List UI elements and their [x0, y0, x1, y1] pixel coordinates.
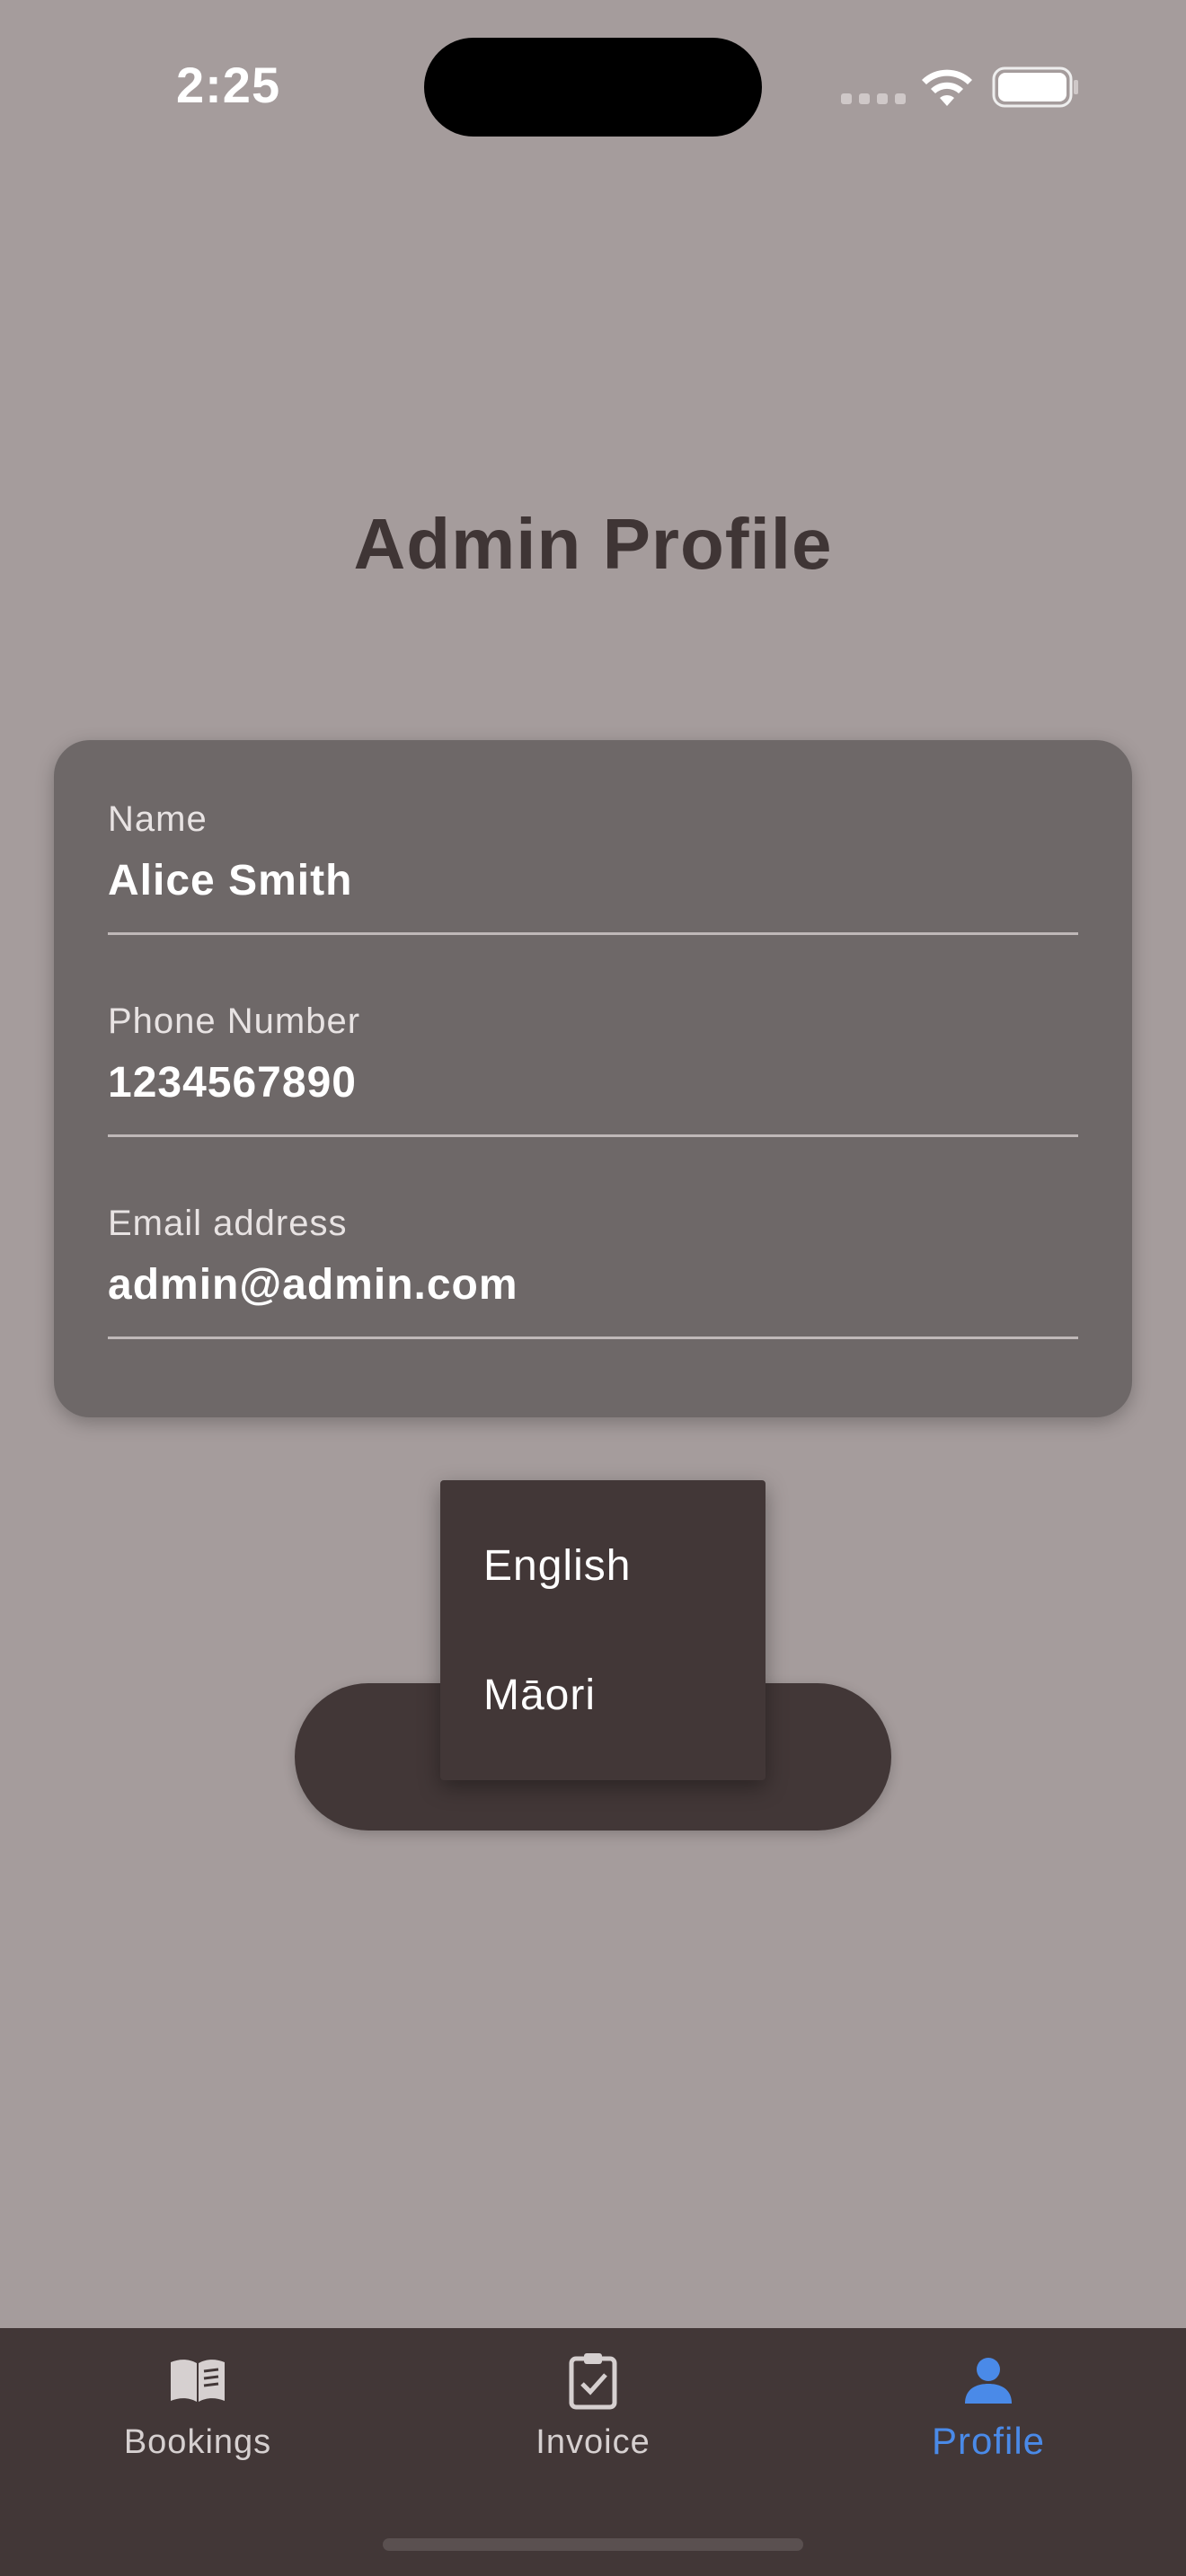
menu-item-english[interactable]: English: [483, 1541, 631, 1591]
nav-label-invoice: Invoice: [535, 2423, 651, 2461]
nav-label-bookings: Bookings: [123, 2423, 272, 2461]
name-field[interactable]: Name Alice Smith: [108, 799, 1078, 935]
clipboard-check-icon: [569, 2353, 617, 2410]
email-field[interactable]: Email address admin@admin.com: [108, 1204, 1078, 1339]
battery-icon: [992, 66, 1078, 108]
dynamic-island: [424, 38, 762, 137]
phone-number-label: Phone Number: [108, 1001, 361, 1041]
language-menu: English Māori: [440, 1480, 766, 1780]
profile-card: Name Alice Smith Phone Number 1234567890…: [54, 740, 1132, 1417]
status-bar: 2:25: [0, 0, 1186, 180]
cellular-signal-icon: [841, 93, 906, 104]
phone-number-value: 1234567890: [108, 1059, 357, 1107]
wifi-icon: [922, 69, 972, 106]
name-value: Alice Smith: [108, 857, 353, 904]
page-title: Admin Profile: [353, 504, 833, 584]
person-icon: [965, 2358, 1012, 2404]
nav-label-profile: Profile: [931, 2420, 1046, 2462]
nav-item-bookings[interactable]: Bookings: [0, 2328, 395, 2508]
home-indicator: [383, 2538, 803, 2551]
status-time: 2:25: [176, 57, 281, 113]
book-icon: [171, 2360, 225, 2402]
name-label: Name: [108, 799, 208, 839]
nav-item-profile[interactable]: Profile: [791, 2328, 1186, 2508]
phone-number-field[interactable]: Phone Number 1234567890: [108, 1001, 1078, 1137]
menu-item-maori[interactable]: Māori: [483, 1671, 596, 1720]
nav-item-invoice[interactable]: Invoice: [395, 2328, 791, 2508]
email-value: admin@admin.com: [108, 1261, 518, 1309]
email-label: Email address: [108, 1204, 348, 1243]
